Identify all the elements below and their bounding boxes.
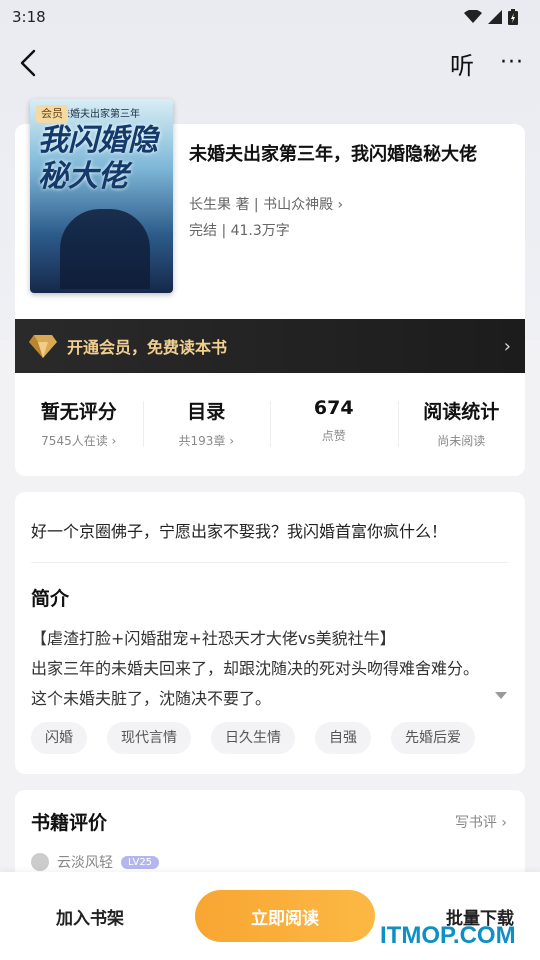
listen-button[interactable]: 听 [450, 46, 474, 81]
stat-catalog[interactable]: 目录 共193章 › [142, 389, 271, 459]
divider [31, 562, 509, 563]
intro-card: 好一个京圈佛子，宁愿出家不娶我？我闪婚首富你疯什么！ 简介 【虐渣打脸+闪婚甜宠… [15, 492, 525, 774]
read-now-button[interactable]: 立即阅读 [195, 890, 375, 942]
add-to-shelf-button[interactable]: 加入书架 [56, 904, 124, 929]
nav-actions: 听 ··· [450, 46, 524, 81]
stat-label: 尚未阅读 [437, 434, 486, 448]
stat-value: 674 [313, 397, 354, 419]
tag[interactable]: 闪婚 [31, 722, 87, 754]
expand-down-icon[interactable] [495, 692, 507, 699]
intro-text[interactable]: 【虐渣打脸+闪婚甜宠+社恐天才大佬vs美貌社牛】 出家三年的未婚夫回来了，却跟沈… [31, 624, 509, 714]
review-item[interactable]: 云淡风轻 LV25 [31, 852, 160, 872]
stat-likes[interactable]: 674 点赞 [270, 389, 398, 459]
intro-line: 【虐渣打脸+闪婚甜宠+社恐天才大佬vs美貌社牛】 [31, 629, 396, 648]
status-icons [464, 9, 518, 25]
signal-icon [488, 10, 502, 24]
stat-label: 共193章 › [178, 434, 235, 448]
vip-banner[interactable]: 开通会员，免费读本书 › [15, 319, 525, 373]
tag-list: 闪婚 现代言情 日久生情 自强 先婚后爱 [31, 722, 475, 754]
tag[interactable]: 自强 [315, 722, 371, 754]
battery-icon [508, 9, 518, 25]
stat-label: 点赞 [321, 429, 346, 443]
nav-bar: 听 ··· [0, 40, 540, 86]
stat-reading-stats[interactable]: 阅读统计 尚未阅读 [397, 389, 526, 459]
book-cover[interactable]: 未婚夫出家第三年 我闪婚隐秘大佬 [30, 99, 173, 293]
write-review-button[interactable]: 写书评 › [455, 812, 507, 832]
chevron-right-icon: › [503, 335, 511, 357]
stat-rating[interactable]: 暂无评分 7545人在读 › [15, 389, 143, 459]
intro-line: 这个未婚夫脏了，沈随决不要了。 [31, 689, 272, 708]
avatar [31, 853, 49, 871]
wifi-icon [464, 10, 482, 23]
book-tagline: 好一个京圈佛子，宁愿出家不娶我？我闪婚首富你疯什么！ [31, 522, 448, 541]
reviewer-name: 云淡风轻 [57, 855, 113, 871]
stat-value: 目录 [187, 401, 226, 423]
book-title: 未婚夫出家第三年，我闪婚隐秘大佬 [189, 144, 477, 165]
cover-title: 我闪婚隐秘大佬 [38, 123, 158, 194]
book-stats: 暂无评分 7545人在读 › 目录 共193章 › 674 点赞 阅读统计 尚未… [15, 389, 525, 459]
book-status-line: 完结 | 41.3万字 [189, 223, 290, 239]
status-time: 3:18 [12, 8, 46, 26]
level-badge: LV25 [121, 855, 160, 869]
intro-line: 出家三年的未婚夫回来了，却跟沈随决的死对头吻得难舍难分。 [31, 659, 480, 678]
diamond-icon [29, 335, 57, 358]
tag[interactable]: 现代言情 [107, 722, 191, 754]
intro-heading: 简介 [31, 588, 70, 610]
status-bar: 3:18 [0, 0, 540, 34]
watermark: ITMOP.COM [380, 922, 516, 949]
more-options-button[interactable]: ··· [500, 52, 524, 74]
vip-banner-text: 开通会员，免费读本书 [67, 338, 228, 357]
book-author-line[interactable]: 长生果 著 | 书山众神殿 › [189, 194, 343, 214]
vip-badge: 会员 [36, 105, 68, 123]
stat-value: 阅读统计 [423, 401, 500, 423]
cover-illustration [60, 209, 150, 289]
tag[interactable]: 先婚后爱 [391, 722, 475, 754]
cover-subtitle: 未婚夫出家第三年 [60, 109, 140, 120]
back-icon[interactable] [18, 48, 38, 78]
stat-value: 暂无评分 [40, 401, 117, 423]
tag[interactable]: 日久生情 [211, 722, 295, 754]
reviews-heading: 书籍评价 [31, 812, 108, 834]
stat-label: 7545人在读 › [41, 434, 117, 448]
